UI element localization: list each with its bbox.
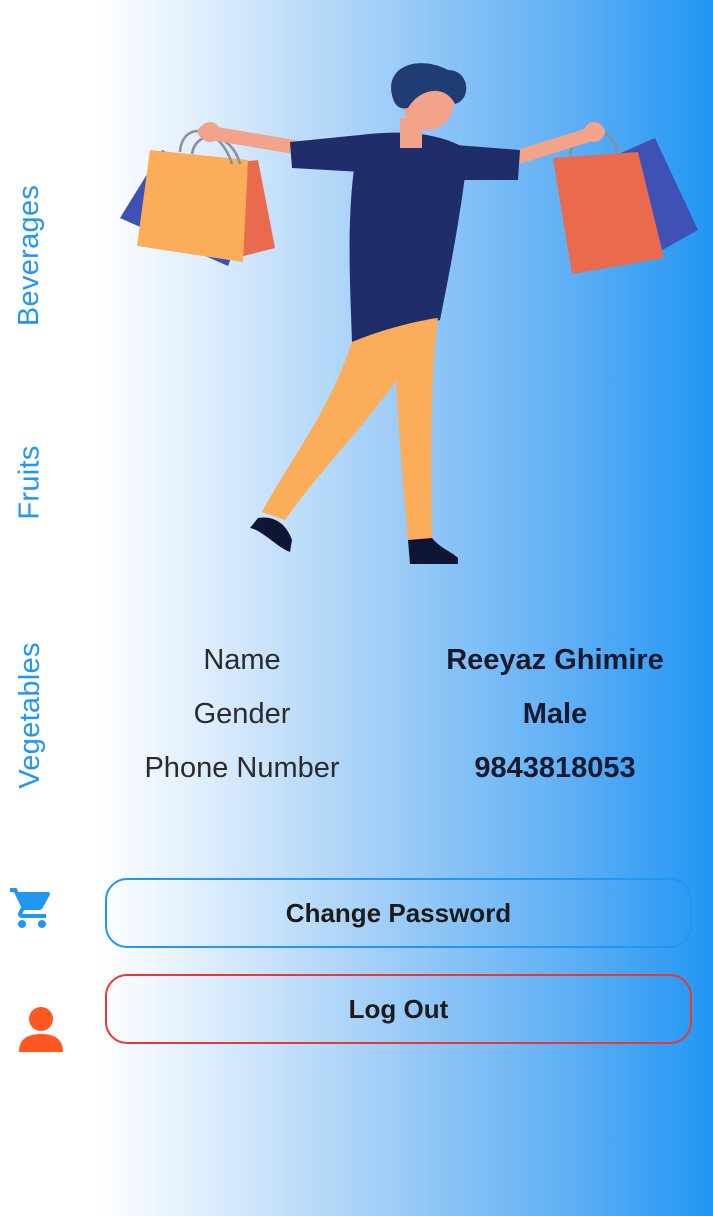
logout-button[interactable]: Log Out [105, 974, 692, 1044]
field-label: Phone Number [144, 752, 340, 784]
change-password-button[interactable]: Change Password [105, 878, 692, 948]
sidebar-tab-vegetables[interactable]: Vegetables [0, 630, 60, 800]
left-shopping-bags [120, 129, 275, 266]
profile-row-name: Name Reeyaz Ghimire [110, 640, 710, 694]
field-value: 9843818053 [474, 752, 636, 784]
shopper-illustration [110, 55, 710, 575]
sidebar: Beverages Fruits Vegetables [0, 0, 90, 1216]
field-value: Male [522, 698, 588, 730]
sidebar-tab-beverages[interactable]: Beverages [0, 170, 60, 340]
profile-row-phone: Phone Number 9843818053 [110, 748, 710, 802]
sidebar-tab-fruits[interactable]: Fruits [0, 420, 60, 545]
sidebar-tab-label: Vegetables [13, 641, 46, 789]
sidebar-tab-label: Beverages [13, 184, 46, 326]
field-value: Reeyaz Ghimire [446, 644, 664, 676]
shopping-cart-icon[interactable] [8, 884, 56, 932]
profile-screen: Beverages Fruits Vegetables Name Reeyaz … [0, 0, 713, 1216]
right-shopping-bags [553, 129, 698, 274]
profile-info: Name Reeyaz Ghimire Gender Male Phone Nu… [110, 640, 710, 802]
sidebar-tab-label: Fruits [13, 445, 46, 520]
person-icon[interactable] [17, 1004, 65, 1054]
profile-row-gender: Gender Male [110, 694, 710, 748]
field-label: Name [203, 644, 281, 676]
field-label: Gender [193, 698, 291, 730]
